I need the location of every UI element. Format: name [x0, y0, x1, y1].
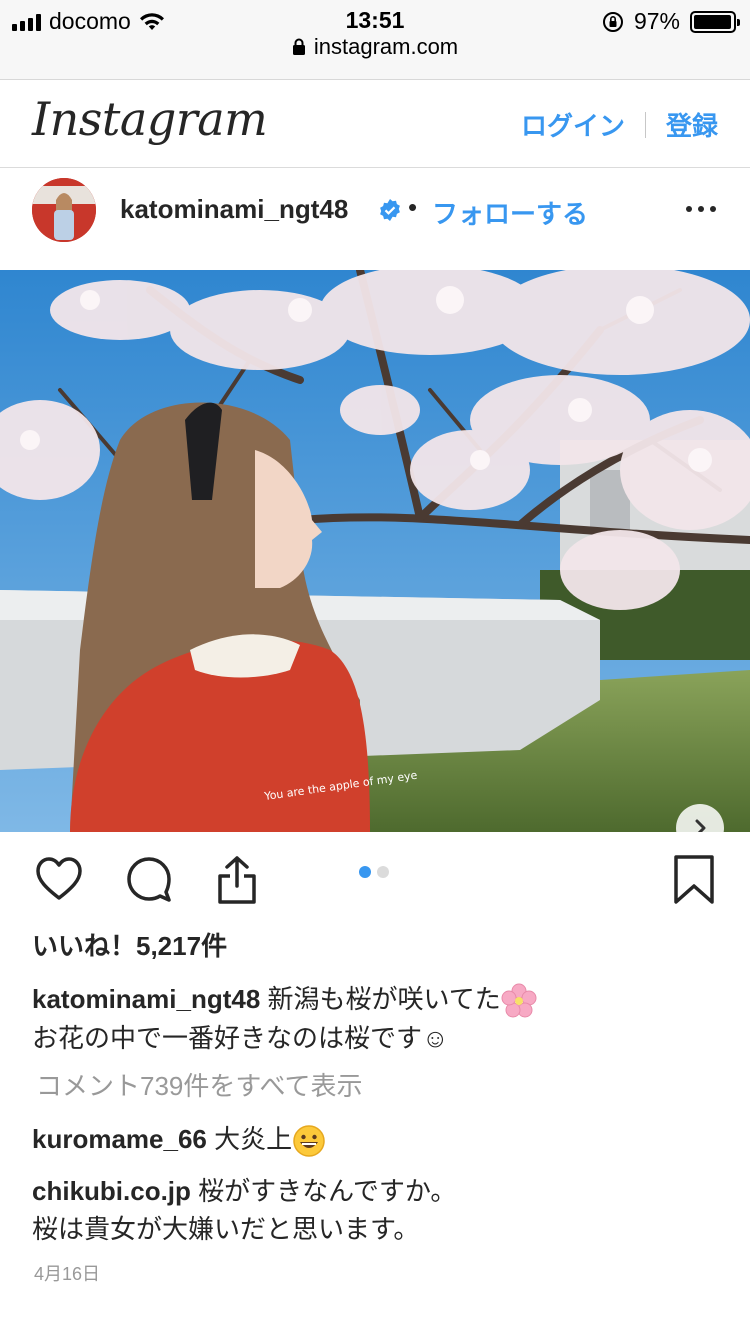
caption-text: 新潟も桜が咲いてた	[267, 984, 501, 1014]
chevron-right-icon	[695, 819, 706, 832]
lock-icon	[292, 38, 305, 55]
comment-icon[interactable]	[124, 854, 174, 904]
post-header: katominami_ngt48 • フォローする	[0, 168, 750, 270]
url-bar[interactable]: instagram.com	[0, 34, 750, 60]
more-options-icon[interactable]	[686, 206, 716, 212]
post-username[interactable]: katominami_ngt48	[120, 194, 348, 225]
like-count[interactable]: いいね！5,217件	[32, 926, 227, 963]
divider	[644, 111, 646, 138]
browser-status-bar: docomo 13:51 97% instagram.com	[0, 0, 750, 80]
battery-percent: 97%	[633, 8, 680, 34]
carousel-dot-active	[359, 866, 371, 878]
comment-text-line-2: 桜は貴女が大嫌いだと思います。	[32, 1214, 420, 1244]
comment-username[interactable]: kuromame_66	[32, 1124, 207, 1154]
status-right: 97%	[602, 8, 740, 35]
view-all-comments-link[interactable]: コメント739件をすべて表示	[36, 1066, 363, 1103]
separator-dot: •	[408, 192, 418, 222]
carousel-dot	[377, 866, 389, 878]
avatar[interactable]	[32, 178, 96, 242]
comment-username[interactable]: chikubi.co.jp	[32, 1176, 191, 1206]
photo-illustration: You are the apple of my eye	[0, 270, 750, 832]
carousel-indicator	[359, 866, 389, 878]
follow-button[interactable]: フォローする	[432, 194, 588, 231]
post-date[interactable]: 4月16日	[34, 1260, 100, 1286]
cherry-blossom-icon	[501, 983, 537, 1018]
login-link[interactable]: ログイン	[521, 106, 625, 143]
verified-badge-icon	[380, 199, 400, 221]
share-icon[interactable]	[212, 854, 262, 906]
comment-text: 大炎上	[214, 1124, 293, 1154]
post-actions	[0, 850, 750, 910]
signup-link[interactable]: 登録	[666, 106, 718, 143]
rotation-lock-icon	[602, 11, 623, 32]
comment-text: 桜がすきなんですか。	[198, 1176, 457, 1206]
caption-line-2: お花の中で一番好きなのは桜です☺	[32, 1023, 449, 1054]
header-actions: ログイン 登録	[521, 106, 718, 143]
battery-icon	[690, 10, 740, 33]
grinning-face-icon	[293, 1125, 325, 1157]
post-photo[interactable]: You are the apple of my eye	[0, 270, 750, 832]
instagram-header: Instagram ログイン 登録	[0, 80, 750, 168]
caption-username[interactable]: katominami_ngt48	[32, 984, 260, 1014]
comment-item: kuromame_66 大炎上	[32, 1120, 722, 1158]
post-caption: katominami_ngt48 新潟も桜が咲いてた お花の中で一番好きなのは桜…	[32, 980, 722, 1057]
comment-item: chikubi.co.jp 桜がすきなんですか。 桜は貴女が大嫌いだと思います。	[32, 1172, 722, 1248]
url-text: instagram.com	[313, 34, 459, 59]
bookmark-icon[interactable]	[672, 854, 716, 906]
instagram-logo[interactable]: Instagram	[32, 92, 268, 146]
heart-icon[interactable]	[34, 854, 84, 904]
